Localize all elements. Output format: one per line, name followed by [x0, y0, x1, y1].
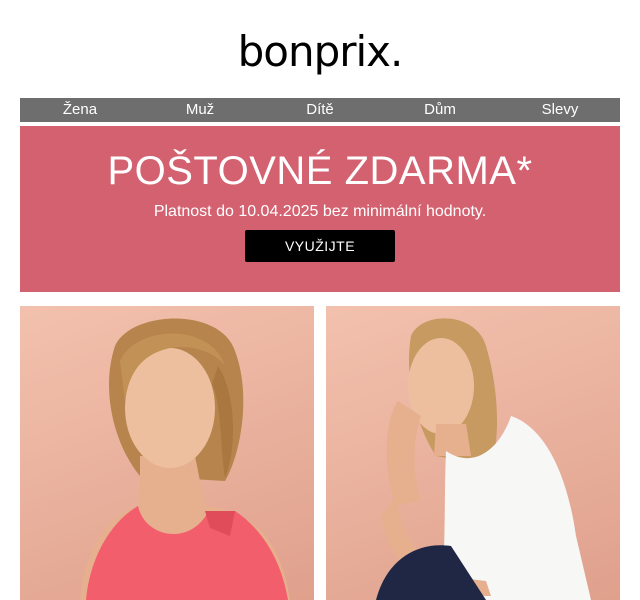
use-offer-button[interactable]: VYUŽIJTE: [245, 230, 395, 262]
main-navigation: Žena Muž Dítě Dům Slevy: [20, 98, 620, 122]
woman-pink-top-photo[interactable]: [20, 306, 314, 600]
free-shipping-banner[interactable]: POŠTOVNÉ ZDARMA* Platnost do 10.04.2025 …: [20, 126, 620, 292]
woman-white-top-illustration: [376, 318, 591, 600]
woman-pink-top-illustration: [80, 318, 290, 600]
nav-item-slevy[interactable]: Slevy: [500, 98, 620, 122]
bonprix-logo[interactable]: bonprix.: [0, 24, 640, 80]
nav-item-zena[interactable]: Žena: [20, 98, 140, 122]
woman-white-top-photo[interactable]: [326, 306, 620, 600]
promo-title: POŠTOVNÉ ZDARMA*: [107, 149, 533, 193]
nav-item-dum[interactable]: Dům: [380, 98, 500, 122]
nav-item-dite[interactable]: Dítě: [260, 98, 380, 122]
promo-subtitle: Platnost do 10.04.2025 bez minimální hod…: [153, 203, 487, 220]
nav-item-muz[interactable]: Muž: [140, 98, 260, 122]
